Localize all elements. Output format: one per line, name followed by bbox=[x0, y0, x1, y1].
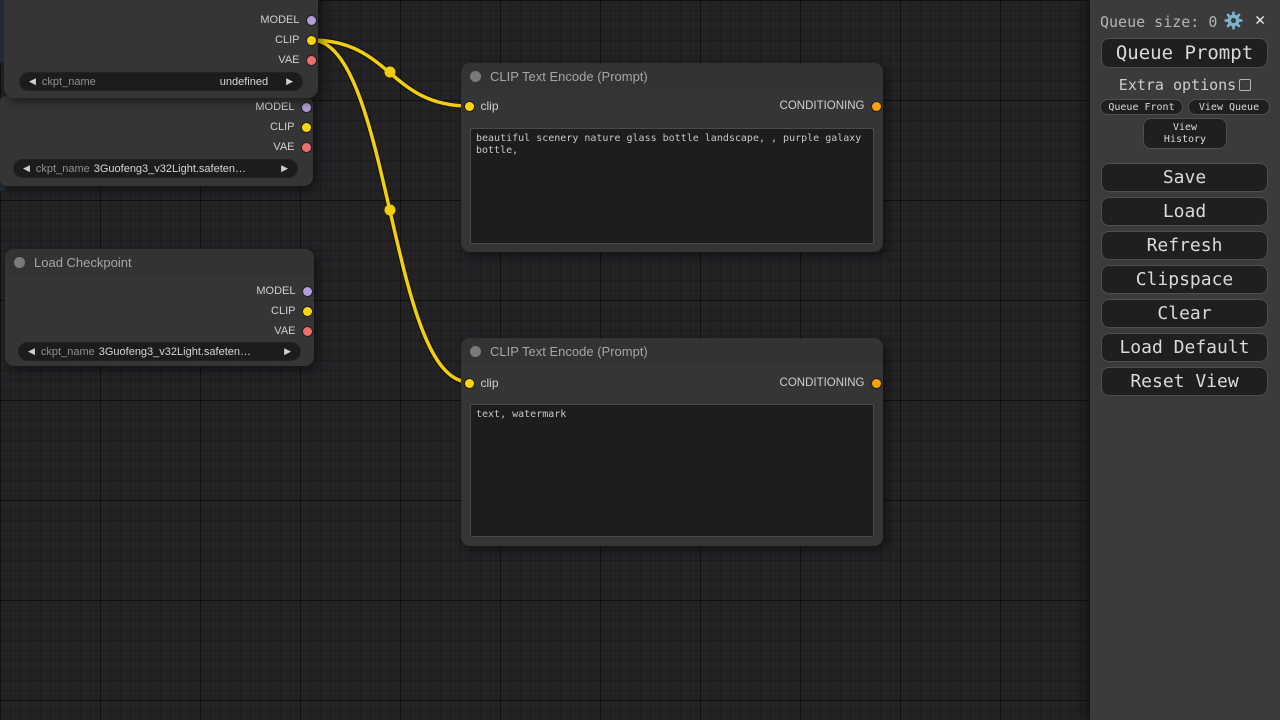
vae-output-port[interactable] bbox=[302, 143, 311, 152]
ckpt-name-widget[interactable]: ◀ ckpt_name 3Guofeng3_v32Light.safeten… … bbox=[19, 343, 300, 360]
view-queue-button[interactable]: View Queue bbox=[1188, 99, 1270, 115]
extra-options-row: Extra options bbox=[1090, 77, 1280, 92]
clip-input-label: clip bbox=[481, 376, 499, 390]
node-title-bar[interactable]: CLIP Text Encode (Prompt) bbox=[461, 338, 883, 365]
conditioning-output-label: CONDITIONING bbox=[780, 100, 865, 112]
extra-options-label: Extra options bbox=[1119, 76, 1236, 94]
conditioning-output-label: CONDITIONING bbox=[780, 377, 865, 389]
vae-output-label: VAE bbox=[278, 54, 299, 66]
clip-text-encode-node-positive[interactable]: CLIP Text Encode (Prompt) clip CONDITION… bbox=[461, 63, 883, 252]
clip-input-port[interactable] bbox=[465, 102, 474, 111]
clip-input-port[interactable] bbox=[465, 379, 474, 388]
wire-midpoint-dot bbox=[385, 205, 396, 216]
refresh-button[interactable]: Refresh bbox=[1101, 231, 1268, 260]
clip-output-label: CLIP bbox=[275, 34, 299, 46]
vae-output-port[interactable] bbox=[303, 327, 312, 336]
widget-value: undefined bbox=[102, 76, 268, 88]
widget-next-icon[interactable]: ▶ bbox=[284, 346, 291, 357]
widget-name: ckpt_name bbox=[41, 346, 95, 358]
widget-value: 3Guofeng3_v32Light.safeten… bbox=[99, 346, 266, 358]
wire-clip-to-negative bbox=[311, 40, 469, 382]
model-output-port[interactable] bbox=[302, 103, 311, 112]
widget-prev-icon[interactable]: ◀ bbox=[29, 76, 36, 87]
queue-size-label: Queue size: 0 bbox=[1100, 13, 1217, 31]
extra-options-checkbox[interactable] bbox=[1239, 79, 1251, 91]
wire-midpoint-dot bbox=[385, 67, 396, 78]
widget-value: 3Guofeng3_v32Light.safeten… bbox=[94, 163, 263, 175]
view-history-button[interactable]: View History bbox=[1143, 118, 1227, 149]
vae-output-label: VAE bbox=[274, 325, 295, 337]
queue-front-button[interactable]: Queue Front bbox=[1100, 99, 1183, 115]
widget-name: ckpt_name bbox=[42, 76, 96, 88]
clip-output-port[interactable] bbox=[302, 123, 311, 132]
close-icon[interactable]: ✕ bbox=[1255, 10, 1265, 30]
widget-next-icon[interactable]: ▶ bbox=[281, 163, 288, 174]
prompt-textarea[interactable]: beautiful scenery nature glass bottle la… bbox=[470, 128, 874, 244]
queue-header: Queue size: 0 ✕ bbox=[1100, 10, 1272, 32]
clipspace-button[interactable]: Clipspace bbox=[1101, 265, 1268, 294]
clip-output-port[interactable] bbox=[303, 307, 312, 316]
sidebar-button-stack: Save Load Refresh Clipspace Clear Load D… bbox=[1101, 163, 1268, 401]
widget-next-icon[interactable]: ▶ bbox=[286, 76, 293, 87]
clip-output-label: CLIP bbox=[271, 305, 295, 317]
queue-prompt-button[interactable]: Queue Prompt bbox=[1101, 38, 1268, 68]
collapse-dot-icon[interactable] bbox=[470, 346, 481, 357]
comfy-menu-sidebar: Queue size: 0 ✕ Queue Prompt Extra optio… bbox=[1090, 0, 1280, 720]
widget-name: ckpt_name bbox=[36, 163, 90, 175]
wire-clip-to-positive bbox=[311, 40, 469, 106]
view-history-line2: History bbox=[1164, 134, 1206, 146]
settings-gear-icon[interactable] bbox=[1224, 11, 1243, 30]
node-title-bar[interactable]: Load Checkpoint bbox=[5, 249, 314, 276]
clip-text-encode-node-negative[interactable]: CLIP Text Encode (Prompt) clip CONDITION… bbox=[461, 338, 883, 546]
vae-output-port[interactable] bbox=[307, 56, 316, 65]
collapse-dot-icon[interactable] bbox=[470, 71, 481, 82]
widget-prev-icon[interactable]: ◀ bbox=[28, 346, 35, 357]
clip-input-label: clip bbox=[481, 99, 499, 113]
clip-output-port[interactable] bbox=[307, 36, 316, 45]
clip-output-label: CLIP bbox=[270, 121, 294, 133]
save-button[interactable]: Save bbox=[1101, 163, 1268, 192]
collapse-dot-icon[interactable] bbox=[14, 257, 25, 268]
ckpt-name-widget[interactable]: ◀ ckpt_name undefined ▶ bbox=[20, 73, 302, 90]
model-output-label: MODEL bbox=[256, 285, 295, 297]
widget-prev-icon[interactable]: ◀ bbox=[23, 163, 30, 174]
view-history-line1: View bbox=[1173, 122, 1197, 134]
model-output-port[interactable] bbox=[303, 287, 312, 296]
node-title: Load Checkpoint bbox=[34, 255, 132, 270]
reset-view-button[interactable]: Reset View bbox=[1101, 367, 1268, 396]
node-title: CLIP Text Encode (Prompt) bbox=[490, 344, 648, 359]
conditioning-output-port[interactable] bbox=[872, 102, 881, 111]
clear-button[interactable]: Clear bbox=[1101, 299, 1268, 328]
node-title-bar[interactable]: CLIP Text Encode (Prompt) bbox=[461, 63, 883, 90]
node-title: CLIP Text Encode (Prompt) bbox=[490, 69, 648, 84]
vae-output-label: VAE bbox=[273, 141, 294, 153]
load-button[interactable]: Load bbox=[1101, 197, 1268, 226]
load-default-button[interactable]: Load Default bbox=[1101, 333, 1268, 362]
load-checkpoint-node[interactable]: Load Checkpoint MODEL CLIP VAE ◀ ckpt_na… bbox=[5, 249, 314, 366]
prompt-textarea[interactable]: text, watermark bbox=[470, 404, 874, 537]
model-output-label: MODEL bbox=[260, 14, 299, 26]
ckpt-name-widget[interactable]: ◀ ckpt_name 3Guofeng3_v32Light.safeten… … bbox=[14, 160, 297, 177]
checkpoint-node-top[interactable]: MODEL CLIP VAE ◀ ckpt_name undefined ▶ bbox=[4, 0, 318, 98]
model-output-label: MODEL bbox=[255, 101, 294, 113]
node-graph-canvas[interactable]: MODEL CLIP VAE ◀ ckpt_name 3Guofeng3_v32… bbox=[0, 0, 1090, 720]
checkpoint-node-middle[interactable]: MODEL CLIP VAE ◀ ckpt_name 3Guofeng3_v32… bbox=[0, 96, 313, 186]
conditioning-output-port[interactable] bbox=[872, 379, 881, 388]
model-output-port[interactable] bbox=[307, 16, 316, 25]
